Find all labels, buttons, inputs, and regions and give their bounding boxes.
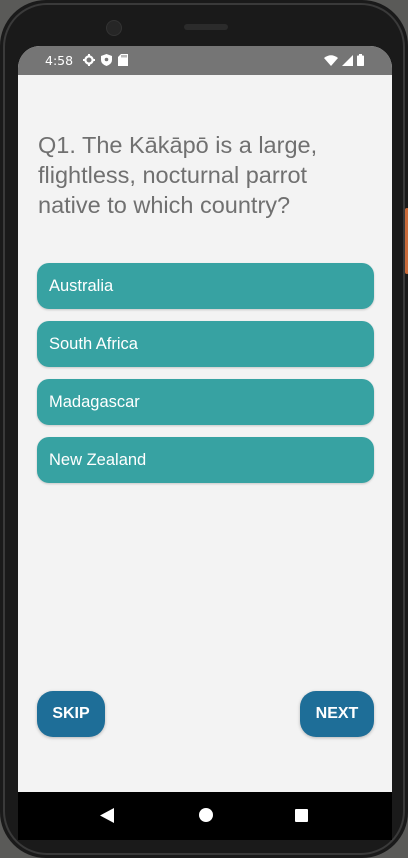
navigation-bar — [18, 792, 392, 840]
answer-options: Australia South Africa Madagascar New Ze… — [37, 263, 374, 495]
answer-option-3[interactable]: Madagascar — [37, 379, 374, 425]
signal-icon — [342, 54, 353, 66]
gear-icon — [83, 54, 95, 66]
status-right-icons — [324, 54, 364, 66]
phone-frame: 4:58 Q1. The Kākāpō is a large, flightle… — [0, 0, 408, 858]
recents-icon[interactable] — [295, 809, 308, 822]
status-bar: 4:58 — [18, 46, 392, 75]
status-left-icons — [83, 54, 128, 66]
sd-card-icon — [118, 54, 128, 66]
home-icon[interactable] — [199, 808, 213, 822]
answer-option-2[interactable]: South Africa — [37, 321, 374, 367]
app-screen: 4:58 Q1. The Kākāpō is a large, flightle… — [18, 46, 392, 824]
skip-button[interactable]: SKIP — [37, 691, 105, 737]
back-icon[interactable] — [100, 808, 114, 823]
battery-icon — [357, 54, 364, 66]
shield-icon — [101, 54, 112, 66]
answer-option-4[interactable]: New Zealand — [37, 437, 374, 483]
answer-option-1[interactable]: Australia — [37, 263, 374, 309]
wifi-icon — [324, 54, 338, 66]
status-time: 4:58 — [45, 53, 74, 68]
next-button[interactable]: NEXT — [300, 691, 374, 737]
question-text: Q1. The Kākāpō is a large, flightless, n… — [38, 132, 318, 218]
front-camera — [106, 20, 122, 36]
earpiece-speaker — [184, 24, 228, 30]
